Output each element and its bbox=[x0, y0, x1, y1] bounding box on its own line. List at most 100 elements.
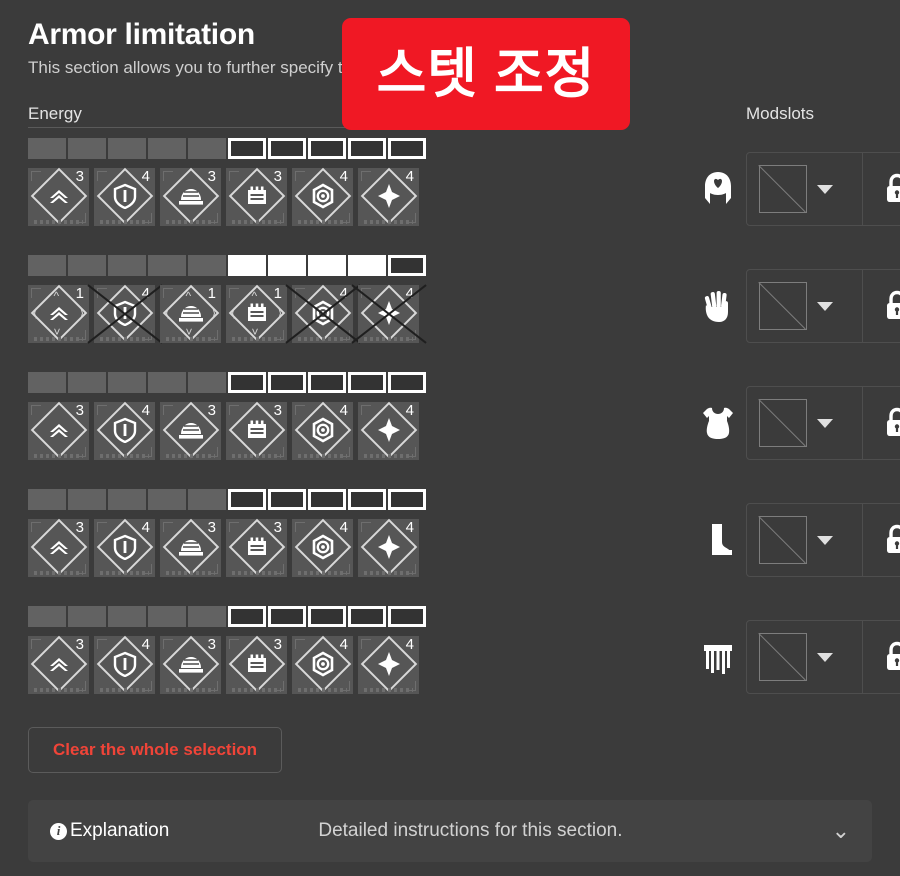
energy-segment-empty bbox=[268, 489, 306, 510]
mod-tile-mobility[interactable]: 3 bbox=[28, 401, 89, 460]
intellect-icon bbox=[310, 534, 336, 560]
energy-segment-used bbox=[28, 255, 66, 276]
mod-tile-intellect[interactable]: 4 bbox=[292, 284, 353, 343]
chevron-down-icon[interactable] bbox=[817, 418, 833, 428]
recovery-icon bbox=[178, 534, 204, 560]
mod-tile-resilience[interactable]: 4 bbox=[94, 167, 155, 226]
mod-tile-resilience[interactable]: 4 bbox=[94, 518, 155, 577]
mod-tile-mobility[interactable]: 3 bbox=[28, 518, 89, 577]
energy-segment-used bbox=[148, 255, 186, 276]
previous-arrow-icon[interactable]: ⟨ bbox=[231, 307, 236, 319]
mod-tile-recovery[interactable]: 1 ^ ˅ ⟨ ⟩ bbox=[160, 284, 221, 343]
mod-tile-recovery[interactable]: 3 bbox=[160, 167, 221, 226]
mod-tile-strength[interactable]: 4 bbox=[358, 167, 419, 226]
tile-corner bbox=[97, 639, 107, 649]
energy-segment-empty bbox=[388, 606, 426, 627]
chevron-down-icon[interactable]: ⌄ bbox=[832, 820, 850, 842]
tile-ticks bbox=[364, 688, 413, 692]
mod-tile-intellect[interactable]: 4 bbox=[292, 401, 353, 460]
mod-tile-recovery[interactable]: 3 bbox=[160, 401, 221, 460]
lock-toggle-button[interactable] bbox=[863, 387, 900, 459]
armor-row: 3 4 3 3 4 4 bbox=[28, 606, 900, 723]
modslot-dropdown[interactable] bbox=[747, 270, 862, 342]
resilience-icon bbox=[112, 651, 138, 677]
chevron-down-icon[interactable] bbox=[817, 184, 833, 194]
previous-arrow-icon[interactable]: ⟨ bbox=[33, 307, 38, 319]
tile-corner bbox=[361, 405, 371, 415]
tile-corner bbox=[163, 405, 173, 415]
lock-toggle-button[interactable] bbox=[863, 153, 900, 225]
mod-tile-discipline[interactable]: 3 bbox=[226, 167, 287, 226]
mod-tile-intellect[interactable]: 4 bbox=[292, 635, 353, 694]
mod-tile-mobility[interactable]: 1 ^ ˅ ⟨ ⟩ bbox=[28, 284, 89, 343]
energy-segment-used bbox=[188, 255, 226, 276]
modslot-dropdown[interactable] bbox=[747, 504, 862, 576]
mod-tile-discipline[interactable]: 1 ^ ˅ ⟨ ⟩ bbox=[226, 284, 287, 343]
chevron-down-icon[interactable] bbox=[817, 652, 833, 662]
next-arrow-icon[interactable]: ⟩ bbox=[211, 307, 216, 319]
chevron-down-icon[interactable] bbox=[817, 535, 833, 545]
next-arrow-icon[interactable]: ⟩ bbox=[79, 307, 84, 319]
mod-tile-strength[interactable]: 4 bbox=[358, 284, 419, 343]
clear-selection-button[interactable]: Clear the whole selection bbox=[28, 727, 283, 773]
energy-bar-class-item bbox=[28, 606, 426, 627]
mod-tile-discipline[interactable]: 3 bbox=[226, 635, 287, 694]
next-arrow-icon[interactable]: ⟩ bbox=[277, 307, 282, 319]
chevron-down-icon[interactable] bbox=[817, 301, 833, 311]
tile-ticks bbox=[34, 688, 83, 692]
energy-segment-used bbox=[108, 138, 146, 159]
increment-arrow-icon[interactable]: ^ bbox=[186, 290, 192, 302]
mod-tile-strength[interactable]: 4 bbox=[358, 635, 419, 694]
modslot-dropdown[interactable] bbox=[747, 621, 862, 693]
decrement-arrow-icon[interactable]: ˅ bbox=[252, 326, 259, 338]
tile-ticks bbox=[100, 337, 149, 341]
mod-tile-strength[interactable]: 4 bbox=[358, 518, 419, 577]
mobility-icon bbox=[46, 651, 72, 677]
decrement-arrow-icon[interactable]: ˅ bbox=[186, 326, 193, 338]
energy-segment-empty bbox=[388, 255, 426, 276]
mod-tile-mobility[interactable]: 3 bbox=[28, 167, 89, 226]
previous-arrow-icon[interactable]: ⟨ bbox=[165, 307, 170, 319]
chest-armor-icon bbox=[696, 399, 740, 447]
mod-tile-strength[interactable]: 4 bbox=[358, 401, 419, 460]
energy-segment-full bbox=[348, 255, 386, 276]
mod-count: 4 bbox=[405, 285, 414, 302]
mod-count: 4 bbox=[339, 168, 348, 185]
decrement-arrow-icon[interactable]: ˅ bbox=[54, 326, 61, 338]
tile-ticks bbox=[298, 220, 347, 224]
mod-tile-recovery[interactable]: 3 bbox=[160, 635, 221, 694]
increment-arrow-icon[interactable]: ^ bbox=[54, 290, 60, 302]
mod-tile-discipline[interactable]: 3 bbox=[226, 518, 287, 577]
tile-corner bbox=[295, 522, 305, 532]
lock-toggle-button[interactable] bbox=[863, 270, 900, 342]
mod-strip-chest: 3 4 3 3 4 4 bbox=[28, 401, 419, 460]
energy-segment-empty bbox=[388, 372, 426, 393]
mod-count: 4 bbox=[141, 636, 150, 653]
mod-tile-intellect[interactable]: 4 bbox=[292, 167, 353, 226]
lock-toggle-button[interactable] bbox=[863, 621, 900, 693]
tile-corner bbox=[163, 171, 173, 181]
mod-tile-mobility[interactable]: 3 bbox=[28, 635, 89, 694]
explanation-bar[interactable]: i Explanation Detailed instructions for … bbox=[28, 800, 872, 862]
tile-ticks bbox=[298, 337, 347, 341]
strength-icon bbox=[376, 417, 402, 443]
tile-corner bbox=[361, 288, 371, 298]
energy-bar-chest bbox=[28, 372, 426, 393]
intellect-icon bbox=[310, 300, 336, 326]
modslot-dropdown[interactable] bbox=[747, 387, 862, 459]
mod-tile-resilience[interactable]: 4 bbox=[94, 284, 155, 343]
mod-tile-discipline[interactable]: 3 bbox=[226, 401, 287, 460]
energy-segment-used bbox=[188, 138, 226, 159]
mod-tile-intellect[interactable]: 4 bbox=[292, 518, 353, 577]
mod-count: 4 bbox=[339, 402, 348, 419]
lock-toggle-button[interactable] bbox=[863, 504, 900, 576]
mod-tile-recovery[interactable]: 3 bbox=[160, 518, 221, 577]
mod-tile-resilience[interactable]: 4 bbox=[94, 635, 155, 694]
modslot-dropdown[interactable] bbox=[747, 153, 862, 225]
energy-segment-used bbox=[108, 606, 146, 627]
resilience-icon bbox=[112, 534, 138, 560]
increment-arrow-icon[interactable]: ^ bbox=[252, 290, 258, 302]
mod-strip-helmet: 3 4 3 3 4 4 bbox=[28, 167, 419, 226]
mod-tile-resilience[interactable]: 4 bbox=[94, 401, 155, 460]
tile-corner bbox=[97, 522, 107, 532]
